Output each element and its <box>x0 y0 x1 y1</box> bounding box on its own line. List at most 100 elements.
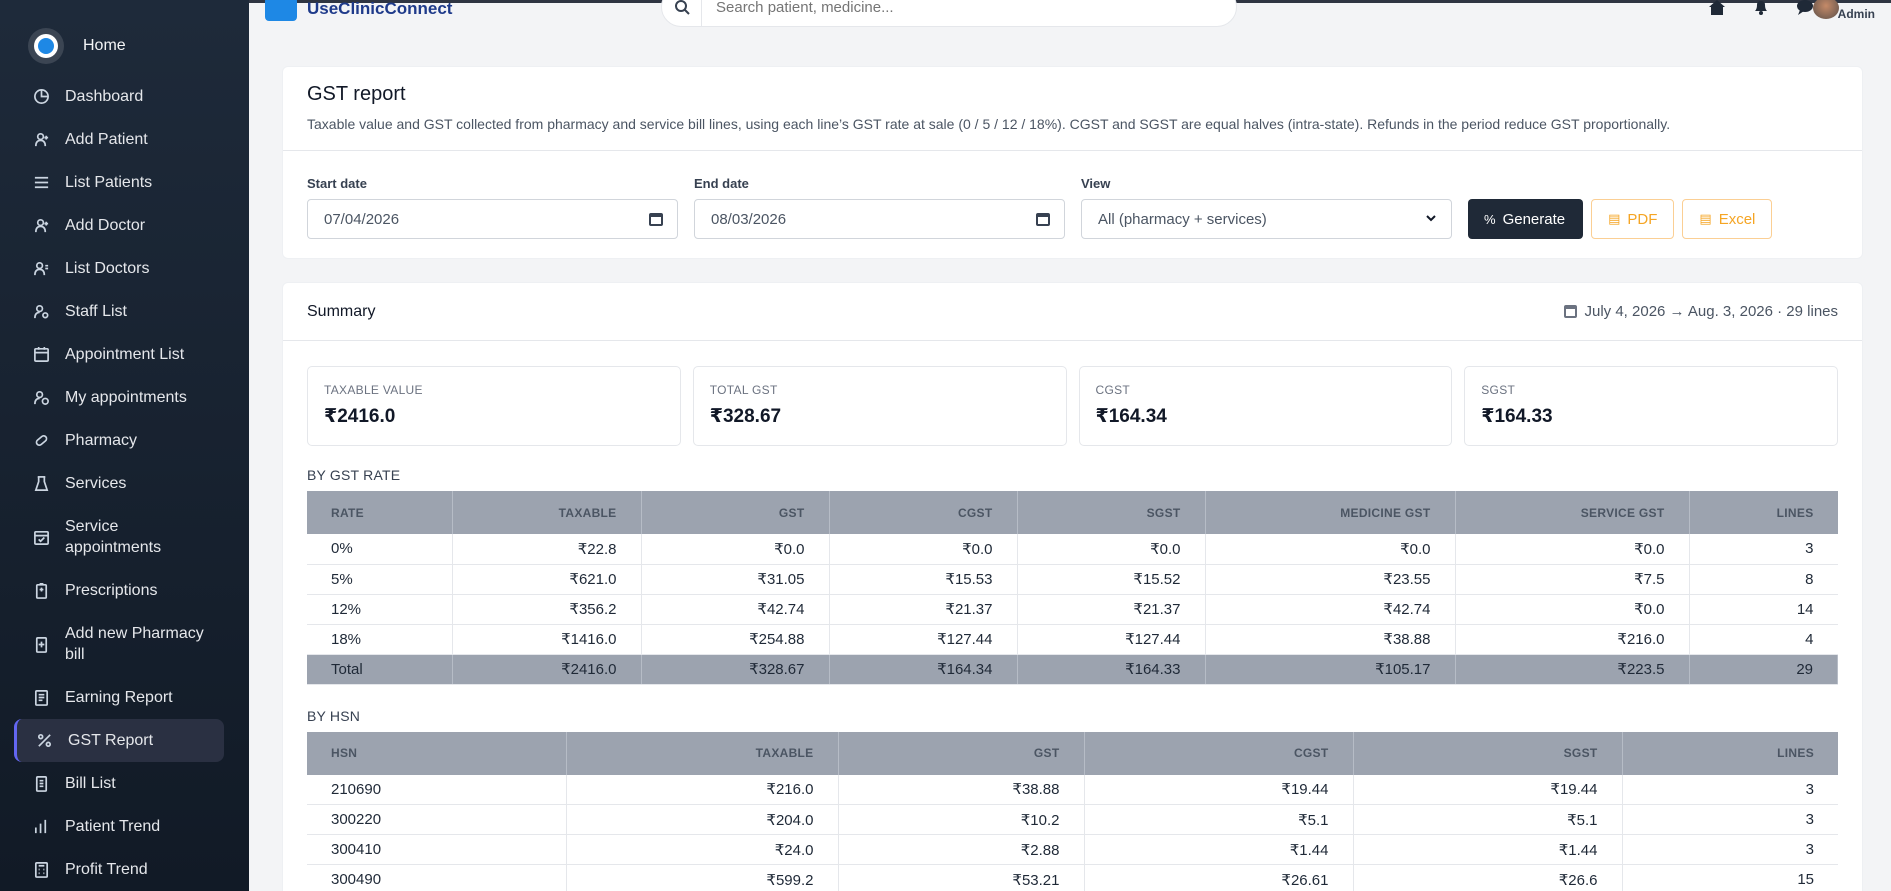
pdf-button-label: PDF <box>1627 210 1658 228</box>
table-cell: ₹1.44 <box>1353 834 1623 865</box>
view-group: View All (pharmacy + services) <box>1081 176 1452 239</box>
table-row: 5% ₹621.0 ₹31.05 ₹15.53 ₹15.52 ₹23.55 ₹7.5 8 <box>307 564 1838 595</box>
total-row: Total ₹2416.0 ₹328.67 ₹164.34 ₹164.33 ₹105.17… <box>307 654 1838 685</box>
sidebar-item-label: GST Report <box>68 732 154 749</box>
start-date-field[interactable]: 07/04/2026 <box>307 199 678 239</box>
brand-logo-icon <box>265 0 297 21</box>
table-cell: ₹23.55 <box>1205 564 1456 595</box>
users-icon <box>32 260 50 278</box>
user-clock-icon <box>32 389 50 407</box>
sidebar-item-list-doctors[interactable]: List Doctors <box>0 247 249 290</box>
table-cell: 18% <box>307 624 453 655</box>
sidebar-item-bill-list[interactable]: Bill List <box>0 762 249 805</box>
calculator-icon <box>32 861 50 879</box>
column-header: LINES <box>1689 491 1838 534</box>
calendar-icon[interactable] <box>1036 212 1050 226</box>
sidebar-item-patient-trend[interactable]: Patient Trend <box>0 805 249 848</box>
kpi-label: TAXABLE VALUE <box>324 383 423 397</box>
summary-header: Summary July 4, 2026 → Aug. 3, 2026 · 29… <box>283 283 1862 341</box>
sidebar-item-prescriptions[interactable]: Prescriptions <box>0 569 249 612</box>
sidebar-home[interactable]: Home <box>0 23 249 69</box>
kpi-row: TAXABLE VALUE ₹2416.0 TOTAL GST ₹328.67 … <box>283 341 1862 446</box>
sidebar-item-add-new-pharmacy-bill[interactable]: Add new Pharmacy bill <box>0 612 249 676</box>
by-rate-header-row: RATE TAXABLE GST CGST SGST MEDICINE GST SERVIC… <box>307 491 1838 534</box>
table-cell: 14 <box>1689 594 1838 625</box>
chat-icon[interactable] <box>1795 0 1815 15</box>
end-date-label: End date <box>694 176 749 191</box>
table-cell: 300490 <box>307 864 567 891</box>
column-header: CGST <box>829 491 1018 534</box>
sidebar-item-dashboard[interactable]: Dashboard <box>0 75 249 118</box>
avatar[interactable] <box>1813 0 1839 19</box>
kpi-value: ₹328.67 <box>709 406 782 427</box>
summary-range: July 4, 2026 → Aug. 3, 2026 · 29 lines <box>1563 303 1838 320</box>
generate-button[interactable]: % Generate <box>1468 199 1584 239</box>
bell-icon[interactable] <box>1751 0 1771 15</box>
flask-icon <box>32 475 50 493</box>
column-header: TAXABLE <box>566 731 839 775</box>
table-cell: ₹204.0 <box>566 804 839 835</box>
sidebar-item-service-appointments[interactable]: Service appointments <box>0 505 249 569</box>
receipt-plus-icon <box>32 635 50 653</box>
sidebar-item-staff-list[interactable]: Staff List <box>0 290 249 333</box>
start-date-value: 07/04/2026 <box>324 210 400 228</box>
table-cell: ₹127.44 <box>829 624 1018 655</box>
clipboard-icon <box>32 582 50 600</box>
column-header: SERVICE GST <box>1455 491 1690 534</box>
home-icon[interactable] <box>1707 0 1727 15</box>
table-row: 18% ₹1416.0 ₹254.88 ₹127.44 ₹127.44 ₹38.88 ₹21… <box>307 624 1838 655</box>
sidebar-item-services[interactable]: Services <box>0 462 249 505</box>
pdf-button[interactable]: ▤ PDF <box>1591 199 1675 239</box>
table-row: 0% ₹22.8 ₹0.0 ₹0.0 ₹0.0 ₹0.0 ₹0.0 3 <box>307 534 1838 565</box>
search-icon[interactable] <box>662 0 702 26</box>
column-header: GST <box>838 731 1085 775</box>
table-row: 300490 ₹599.2 ₹53.21 ₹26.61 ₹26.6 15 <box>307 864 1838 891</box>
page-title: GST report <box>307 83 406 105</box>
table-cell: 0% <box>307 534 453 565</box>
sidebar-item-pharmacy[interactable]: Pharmacy <box>0 419 249 462</box>
percent-icon <box>35 732 53 750</box>
table-cell: ₹216.0 <box>566 774 839 805</box>
kpi-cgst: CGST ₹164.34 <box>1078 366 1453 446</box>
column-header: RATE <box>307 491 453 534</box>
sidebar-item-earning-report[interactable]: Earning Report <box>0 676 249 719</box>
table-row: 12% ₹356.2 ₹42.74 ₹21.37 ₹21.37 ₹42.74 ₹0.0 14 <box>307 594 1838 625</box>
sidebar-item-label: Service appointments <box>65 518 162 556</box>
top-icons <box>1707 0 1815 15</box>
sidebar-item-profit-trend[interactable]: Profit Trend <box>0 848 249 891</box>
sidebar-item-add-doctor[interactable]: Add Doctor <box>0 204 249 247</box>
bar-chart-icon <box>32 818 50 836</box>
total-cell: ₹223.5 <box>1455 654 1690 685</box>
table-cell: 15 <box>1622 864 1838 891</box>
sidebar-item-list-patients[interactable]: List Patients <box>0 161 249 204</box>
topbar: UseClinicConnect Admin <box>249 0 1891 27</box>
end-date-field[interactable]: 08/03/2026 <box>694 199 1065 239</box>
sidebar-item-add-patient[interactable]: Add Patient <box>0 118 249 161</box>
calendar-icon[interactable] <box>649 212 663 226</box>
table-cell: 210690 <box>307 774 567 805</box>
sidebar-item-my-appointments[interactable]: My appointments <box>0 376 249 419</box>
pdf-file-icon: ▤ <box>1608 211 1621 226</box>
table-cell: ₹599.2 <box>566 864 839 891</box>
report-description: Taxable value and GST collected from pha… <box>307 116 1671 132</box>
kpi-label: CGST <box>1095 383 1131 397</box>
sidebar-item-gst-report[interactable]: GST Report <box>14 719 224 762</box>
view-select[interactable]: All (pharmacy + services) <box>1081 199 1452 239</box>
sidebar-item-label: List Doctors <box>65 260 150 277</box>
brand[interactable]: UseClinicConnect <box>265 0 452 21</box>
kpi-taxable-value: TAXABLE VALUE ₹2416.0 <box>307 366 681 446</box>
sidebar-item-appointment-list[interactable]: Appointment List <box>0 333 249 376</box>
excel-button[interactable]: ▤ Excel <box>1682 199 1773 239</box>
end-date-value: 08/03/2026 <box>711 210 787 228</box>
view-select-value: All (pharmacy + services) <box>1098 210 1267 228</box>
column-header: GST <box>641 491 830 534</box>
table-cell: ₹254.88 <box>641 624 830 655</box>
pie-chart-icon <box>32 88 50 106</box>
column-header: SGST <box>1017 491 1206 534</box>
by-hsn-header-row: HSN TAXABLE GST CGST SGST LINES <box>307 731 1838 775</box>
search-input[interactable] <box>702 0 1182 16</box>
table-cell: 8 <box>1689 564 1838 595</box>
report-filters: Start date 07/04/2026 End date 08/03/202… <box>283 151 1862 239</box>
table-cell: ₹10.2 <box>838 804 1085 835</box>
user-gear-icon <box>32 303 50 321</box>
